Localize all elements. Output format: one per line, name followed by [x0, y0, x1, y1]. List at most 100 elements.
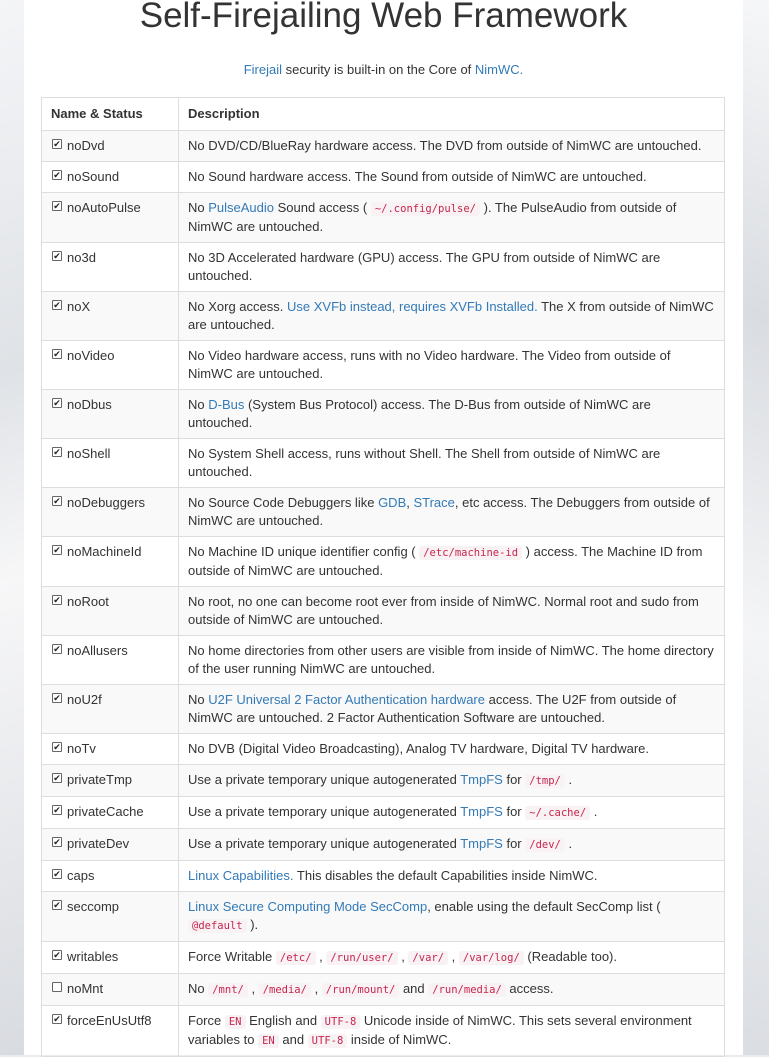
description-text: No Machine ID unique identifier config (: [188, 544, 420, 559]
checkbox-checked-icon: ✔: [52, 201, 62, 211]
nimwc-link[interactable]: NimWC.: [475, 62, 523, 77]
table-row: ✔ noAllusers No home directories from othe…: [41, 635, 725, 685]
description-text: This disables the default Capabilities i…: [293, 868, 598, 883]
code-snippet: /mnt/: [208, 983, 248, 997]
option-description-cell: Linux Capabilities. This disables the de…: [178, 860, 725, 892]
page-subtitle: Firejail security is built-in on the Cor…: [24, 62, 743, 77]
table-row: ✔ privateTmp Use a private temporary uniqu…: [41, 764, 725, 797]
table-row: ✔ caps Linux Capabilities. This disables t…: [41, 860, 725, 892]
description-text: (System Bus Protocol) access. The D-Bus …: [188, 397, 651, 430]
description-link[interactable]: GDB: [378, 495, 406, 510]
option-name: privateTmp: [67, 772, 133, 787]
option-name: noMachineId: [67, 544, 142, 559]
option-name: noX: [67, 299, 91, 314]
table-row: ✔ privateDev Use a private temporary uniqu…: [41, 828, 725, 861]
description-link[interactable]: TmpFS: [460, 836, 503, 851]
option-name: noAutoPulse: [67, 200, 141, 215]
description-link[interactable]: Use XVFb instead, requires XVFb Installe…: [287, 299, 538, 314]
description-text: No: [188, 981, 209, 996]
firejail-options-table: Name & Status Description ✔ noDvd No DVD/C…: [41, 97, 725, 1057]
table-row: ✔ noU2f No U2F Universal 2 Factor Authenti…: [41, 684, 725, 734]
description-link[interactable]: Linux Secure Computing Mode SecComp: [188, 899, 427, 914]
firejail-link[interactable]: Firejail: [244, 62, 282, 77]
option-name: noRoot: [67, 594, 109, 609]
code-snippet: /var/: [408, 951, 449, 965]
checkbox-checked-icon: ✔: [52, 545, 62, 555]
checkbox-checked-icon: ✔: [52, 869, 62, 879]
description-text: for: [502, 772, 526, 787]
description-text: No root, no one can become root ever fro…: [188, 594, 699, 627]
option-description-cell: No home directories from other users are…: [178, 635, 725, 685]
checkbox-checked-icon: ✔: [52, 398, 62, 408]
checkbox-checked-icon: ✔: [52, 595, 62, 605]
description-text: ).: [246, 917, 259, 932]
option-name: noVideo: [67, 348, 115, 363]
code-snippet: @default: [188, 919, 247, 933]
checkbox-checked-icon: ✔: [52, 837, 62, 847]
option-name-cell: ✔ caps: [41, 860, 179, 892]
option-description-cell: No root, no one can become root ever fro…: [178, 586, 725, 636]
checkbox-unchecked-icon: [52, 982, 62, 992]
header-description: Description: [178, 97, 725, 131]
background-right: [743, 0, 769, 1055]
table-row: ✔ noDbus No D-Bus (System Bus Protocol) ac…: [41, 389, 725, 439]
option-name: seccomp: [67, 899, 120, 914]
option-description-cell: No System Shell access, runs without She…: [178, 438, 725, 488]
description-text: access.: [505, 981, 554, 996]
description-text: No: [188, 200, 209, 215]
option-name-cell: ✔ noDvd: [41, 130, 179, 162]
description-text: and: [399, 981, 429, 996]
description-link[interactable]: TmpFS: [460, 804, 503, 819]
description-link[interactable]: TmpFS: [460, 772, 503, 787]
option-name-cell: ✔ noTv: [41, 733, 179, 765]
table-row: ✔ noSound No Sound hardware access. The So…: [41, 161, 725, 193]
description-link[interactable]: U2F Universal 2 Factor Authentication ha…: [208, 692, 485, 707]
checkbox-checked-icon: ✔: [52, 139, 62, 149]
description-link[interactable]: D-Bus: [208, 397, 244, 412]
option-name-cell: ✔ forceEnUsUtf8: [41, 1005, 179, 1057]
description-text: (Readable too).: [523, 949, 618, 964]
description-text: Force Writable: [188, 949, 276, 964]
table-row: ✔ writables Force Writable /etc/ , /run/us…: [41, 941, 725, 974]
option-name: noU2f: [67, 692, 102, 707]
checkbox-checked-icon: ✔: [52, 496, 62, 506]
description-text: English and: [245, 1013, 321, 1028]
table-row: ✔ noVideo No Video hardware access, runs w…: [41, 340, 725, 390]
option-name-cell: ✔ noDbus: [41, 389, 179, 439]
option-description-cell: No /mnt/ , /media/ , /run/mount/ and /ru…: [178, 973, 725, 1006]
option-name-cell: ✔ noX: [41, 291, 179, 341]
code-snippet: /var/log/: [458, 951, 524, 965]
option-description-cell: Linux Secure Computing Mode SecComp, ena…: [178, 891, 725, 942]
description-text: ,: [397, 949, 409, 964]
background-left: [0, 0, 24, 1055]
description-link[interactable]: PulseAudio: [208, 200, 274, 215]
code-snippet: /run/media/: [428, 983, 506, 997]
description-text: No: [188, 397, 209, 412]
description-text: for: [502, 804, 526, 819]
option-name-cell: ✔ no3d: [41, 242, 179, 292]
description-text: Use a private temporary unique autogener…: [188, 836, 461, 851]
description-link[interactable]: STrace: [413, 495, 454, 510]
description-text: No home directories from other users are…: [188, 643, 714, 676]
description-link[interactable]: Linux Capabilities.: [188, 868, 294, 883]
option-name-cell: ✔ noShell: [41, 438, 179, 488]
option-description-cell: No Video hardware access, runs with no V…: [178, 340, 725, 390]
checkbox-checked-icon: ✔: [52, 1014, 62, 1024]
option-description-cell: No D-Bus (System Bus Protocol) access. T…: [178, 389, 725, 439]
option-name: writables: [67, 949, 119, 964]
code-snippet: /run/user/: [326, 951, 398, 965]
code-snippet: ~/.config/pulse/: [370, 202, 480, 216]
table-row: ✔ noDebuggers No Source Code Debuggers lik…: [41, 487, 725, 537]
option-name-cell: ✔ seccomp: [41, 891, 179, 942]
main-content: Self-Firejailing Web Framework Firejail …: [24, 0, 743, 1057]
option-name: noShell: [67, 446, 111, 461]
table-row: ✔ privateCache Use a private temporary uni…: [41, 796, 725, 829]
description-text: .: [590, 804, 598, 819]
description-text: Use a private temporary unique autogener…: [188, 772, 461, 787]
option-description-cell: No Sound hardware access. The Sound from…: [178, 161, 725, 193]
description-text: and: [278, 1032, 308, 1047]
checkbox-checked-icon: ✔: [52, 900, 62, 910]
option-name: no3d: [67, 250, 96, 265]
option-name-cell: ✔ noRoot: [41, 586, 179, 636]
description-text: , enable using the default SecComp list …: [427, 899, 661, 914]
